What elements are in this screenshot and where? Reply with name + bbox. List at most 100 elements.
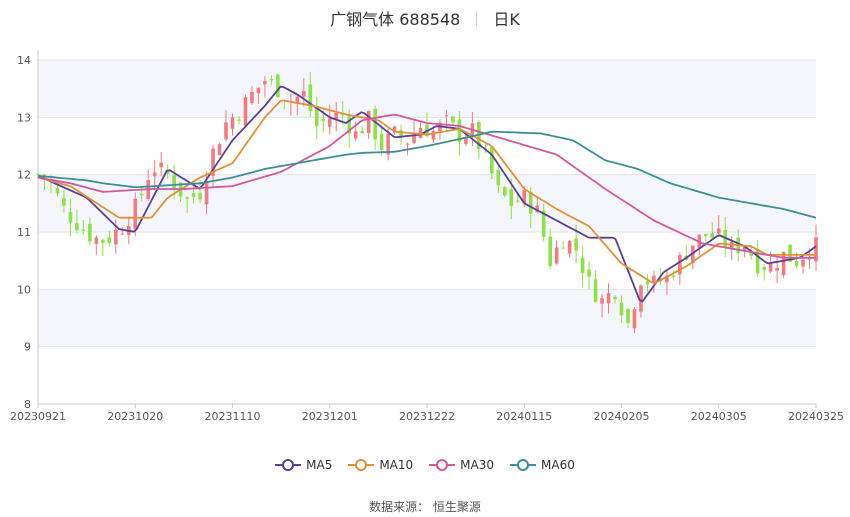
candle-down (198, 192, 202, 200)
candle-down (379, 133, 384, 150)
legend-marker-icon (275, 459, 302, 471)
x-tick-label: 20230921 (10, 410, 66, 423)
candle-down (55, 188, 60, 194)
candle-up (327, 118, 332, 127)
candle-down (671, 275, 676, 278)
candle-up (567, 241, 572, 254)
y-tick-label: 11 (17, 226, 31, 239)
candle-down (191, 193, 196, 198)
legend-label: MA5 (306, 458, 333, 472)
candle-up (801, 259, 805, 267)
candle-up (632, 309, 637, 329)
x-tick-label: 20231020 (107, 410, 163, 423)
candle-down (75, 223, 79, 231)
y-tick-label: 14 (17, 54, 31, 67)
candle-down (613, 296, 617, 300)
candle-down (237, 119, 241, 121)
legend-item-ma30[interactable]: MA30 (429, 458, 494, 472)
candle-up (159, 162, 163, 168)
candle-down (451, 116, 455, 123)
grid-band (38, 289, 816, 347)
legend-item-ma60[interactable]: MA60 (510, 458, 575, 472)
candle-down (139, 193, 144, 196)
candle-down (619, 302, 624, 316)
legend-item-ma5[interactable]: MA5 (275, 458, 332, 472)
candle-down (68, 212, 73, 223)
candle-down (62, 198, 66, 206)
source-label: 数据来源： (369, 500, 430, 514)
candle-down (185, 197, 189, 199)
legend-marker-icon (510, 459, 537, 471)
candle-down (626, 309, 630, 324)
candle-up (256, 87, 261, 94)
candle-up (716, 228, 721, 234)
candle-down (710, 233, 715, 238)
candle-down (276, 74, 280, 98)
candle-up (431, 130, 436, 140)
x-tick-label: 20240305 (691, 410, 747, 423)
x-tick-label: 20240115 (496, 410, 552, 423)
candle-down (762, 267, 766, 271)
chart-legend: MA5 MA10 MA30 MA60 (0, 458, 850, 475)
y-tick-label: 12 (17, 169, 31, 182)
candle-up (250, 91, 254, 104)
candle-down (321, 118, 326, 121)
candle-up (775, 268, 779, 271)
candle-up (263, 81, 267, 85)
source-name: 恒生聚源 (432, 500, 481, 514)
candle-up (120, 233, 125, 235)
legend-label: MA10 (379, 458, 414, 472)
candle-up (152, 172, 157, 177)
candle-up (606, 293, 611, 304)
candle-up (204, 181, 209, 205)
candle-up (366, 110, 371, 134)
candle-down (593, 279, 598, 302)
candle-down (496, 170, 501, 186)
candle-up (652, 275, 656, 283)
candle-down (308, 84, 313, 112)
candle-up (94, 237, 99, 244)
candle-up (243, 97, 248, 126)
y-tick-label: 13 (17, 111, 31, 124)
candle-up (554, 247, 559, 264)
candle-down (561, 247, 565, 249)
candle-down (107, 237, 112, 243)
kline-chart: 89101112131420230921 20231020 20231110 2023… (10, 50, 844, 423)
candle-down (587, 269, 591, 277)
candle-down (528, 191, 533, 214)
candle-down (503, 186, 507, 196)
candle-down (88, 223, 92, 242)
x-tick-label: 20231222 (399, 410, 455, 423)
candle-up (807, 258, 812, 260)
legend-marker-icon (429, 459, 456, 471)
grid-band (38, 60, 816, 118)
candle-down (81, 229, 86, 231)
legend-item-ma10[interactable]: MA10 (348, 458, 413, 472)
candle-up (768, 263, 773, 272)
data-source: 数据来源： 恒生聚源 (0, 498, 850, 515)
candle-up (302, 91, 306, 97)
x-tick-label: 20240205 (594, 410, 650, 423)
candle-down (101, 239, 105, 243)
candle-up (405, 143, 410, 145)
x-tick-label: 20231201 (302, 410, 358, 423)
candle-down (548, 236, 552, 266)
candle-up (133, 198, 138, 229)
candle-down (172, 175, 176, 189)
x-tick-label: 20240325 (788, 410, 844, 423)
candle-up (600, 298, 604, 304)
y-tick-label: 10 (17, 283, 31, 296)
legend-label: MA30 (460, 458, 495, 472)
candle-down (269, 79, 274, 81)
candle-down (509, 189, 514, 206)
candle-up (217, 144, 222, 156)
candle-up (224, 122, 228, 140)
candle-down (314, 108, 319, 126)
y-tick-label: 9 (24, 341, 31, 354)
legend-marker-icon (348, 459, 375, 471)
candle-down (515, 200, 520, 202)
candle-down (794, 260, 799, 267)
candle-down (703, 233, 708, 237)
legend-label: MA60 (541, 458, 575, 472)
candle-up (230, 117, 235, 129)
